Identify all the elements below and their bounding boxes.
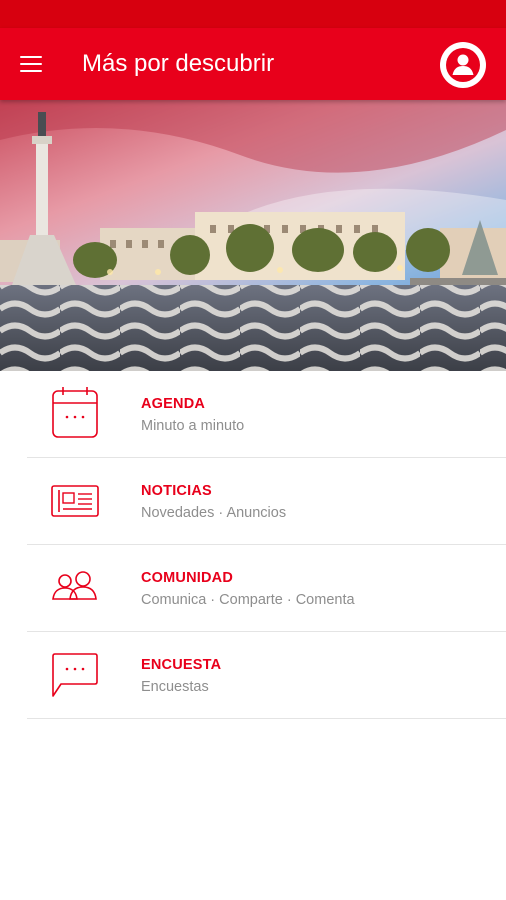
menu-item-title: ENCUESTA	[141, 657, 222, 673]
user-avatar-icon[interactable]	[440, 42, 486, 88]
menu-item-subtitle: Novedades · Anuncios	[141, 505, 287, 521]
page-title: Más por descubrir	[82, 50, 275, 77]
hero-image	[0, 100, 506, 371]
menu-item-noticias[interactable]: NOTICIAS Novedades · Anuncios	[27, 458, 506, 545]
chat-bubble-icon	[52, 653, 98, 697]
menu-item-title: NOTICIAS	[141, 483, 212, 499]
menu-item-comunidad[interactable]: COMUNIDAD Comunica · Comparte · Comenta	[27, 545, 506, 632]
menu-item-encuesta[interactable]: ENCUESTA Encuestas	[27, 632, 506, 719]
menu-item-title: COMUNIDAD	[141, 570, 234, 586]
newspaper-icon	[51, 485, 99, 517]
menu-item-title: AGENDA	[141, 396, 206, 412]
calendar-icon	[52, 387, 98, 438]
app-bar: Más por descubrir	[0, 28, 506, 100]
menu-item-subtitle: Encuestas	[141, 679, 209, 695]
status-bar	[0, 0, 506, 28]
hamburger-menu-icon[interactable]	[12, 44, 52, 84]
users-icon	[52, 571, 97, 600]
menu-item-subtitle: Comunica · Comparte · Comenta	[141, 592, 355, 608]
menu-item-agenda[interactable]: AGENDA Minuto a minuto	[27, 371, 506, 458]
menu-item-subtitle: Minuto a minuto	[141, 418, 245, 434]
menu-list: AGENDA Minuto a minuto NOTICIAS Novedade…	[0, 371, 506, 719]
